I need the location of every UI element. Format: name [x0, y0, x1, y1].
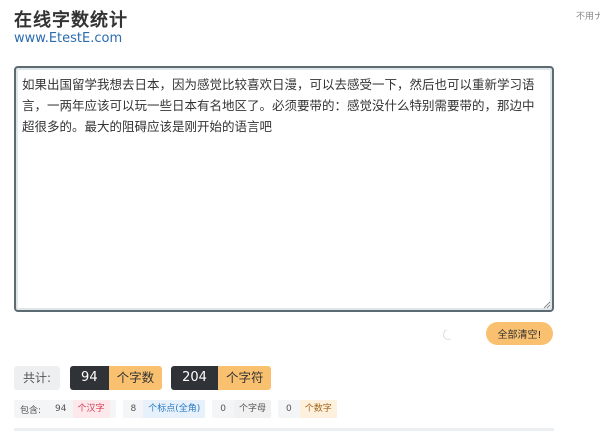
include-label: 包含:	[20, 405, 42, 416]
corner-note: 不用ナ	[576, 12, 600, 22]
text-input[interactable]: 如果出国留学我想去日本，因为感觉比较喜欢日漫，可以去感受一下，然后也可以重新学习…	[22, 74, 546, 304]
divider	[14, 428, 554, 431]
page-title: 在线字数统计	[14, 10, 128, 31]
char-count-badge: 94 个字数	[70, 366, 163, 390]
digits-count: 0	[286, 404, 292, 414]
digits-label: 个数字	[299, 400, 337, 418]
digits-detail: 0 个数字	[278, 400, 337, 418]
letters-label: 个字母	[234, 400, 272, 418]
symbol-count-badge: 204 个字符	[171, 366, 272, 390]
total-label: 共计:	[14, 366, 61, 390]
clear-all-button[interactable]: 全部清空!	[486, 322, 553, 345]
hanzi-detail: 包含: 94 个汉字	[14, 400, 116, 418]
punct-count: 8	[130, 404, 137, 414]
punct-detail: 8 个标点(全角)	[122, 400, 206, 418]
letters-detail: 0 个字母	[212, 400, 272, 418]
hanzi-label: 个汉字	[72, 400, 110, 418]
resize-grip-icon[interactable]	[543, 301, 551, 309]
text-editor: 如果出国留学我想去日本，因为感觉比较喜欢日漫，可以去感受一下，然后也可以重新学习…	[14, 66, 554, 312]
site-link[interactable]: www.EtestE.com	[14, 31, 122, 46]
symbol-count-value: 204	[171, 366, 218, 390]
hanzi-count: 94	[55, 404, 67, 414]
letters-count: 0	[220, 404, 227, 414]
symbol-count-unit: 个字符	[217, 366, 272, 390]
details-row: 包含: 94 个汉字 8 个标点(全角) 0 个字母 0 个数字	[14, 400, 337, 418]
punct-label: 个标点(全角)	[143, 400, 206, 418]
loading-spinner-icon	[441, 327, 456, 342]
char-count-value: 94	[70, 366, 109, 390]
char-count-unit: 个字数	[108, 366, 163, 390]
totals-row: 共计: 94 个字数 204 个字符	[14, 366, 272, 390]
